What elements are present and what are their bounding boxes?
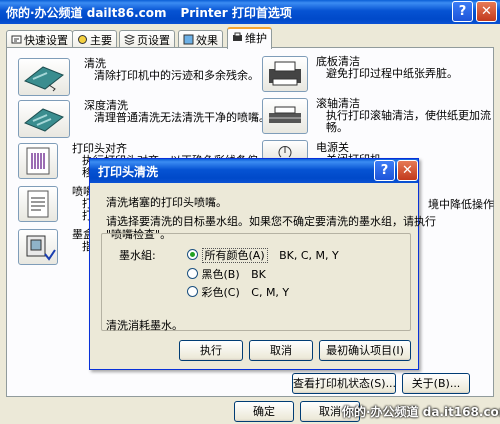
option-all-colors[interactable]: 所有颜色(A) BK, C, M, Y [187, 247, 339, 263]
tab-quick-setup[interactable]: 快速设置 [6, 30, 73, 48]
cleaning-icon [24, 66, 64, 92]
nozzle-check-icon [27, 190, 49, 218]
printer-status-button[interactable]: 查看打印机状态(S)... [292, 373, 396, 394]
help-button[interactable]: ? [452, 1, 473, 22]
dialog-cancel-button[interactable]: 取消 [249, 340, 313, 361]
nozzle-check-button[interactable] [18, 186, 58, 222]
maintenance-icon [233, 32, 242, 41]
roller-icon [269, 106, 301, 123]
quick-setup-icon [11, 35, 22, 44]
tab-effects[interactable]: 效果 [178, 30, 223, 48]
radio-black[interactable] [187, 268, 198, 279]
power-icon [278, 146, 292, 158]
quiet-mode-desc-partial: 境中降低操作 [428, 198, 494, 211]
ok-button[interactable]: 确定 [234, 401, 294, 422]
roller-cleaning-button[interactable] [262, 98, 308, 134]
printer-icon [269, 61, 301, 86]
deep-cleaning-icon [24, 108, 64, 132]
head-alignment-button[interactable] [18, 143, 58, 179]
dialog-close-button[interactable]: ✕ [397, 160, 418, 181]
page-setup-icon [124, 34, 135, 45]
head-cleaning-dialog: 打印头清洗 ? ✕ 清洗堵塞的打印头喷嘴。 请选择要清洗的目标墨水组。如果您不确… [89, 158, 436, 370]
option-color[interactable]: 彩色(C) C, M, Y [187, 284, 289, 300]
window-title-bar[interactable]: 你的·办公频道 dailt86.com Printer 打印首选项 ? ✕ [0, 0, 500, 24]
about-button[interactable]: 关于(B)... [402, 373, 470, 394]
ink-group-label: 墨水組: [119, 249, 156, 262]
dialog-help-button[interactable]: ? [374, 160, 395, 181]
ink-cartridge-icon [26, 235, 56, 261]
bottom-plate-desc: 避免打印过程中纸张弄脏。 [326, 67, 458, 80]
close-button[interactable]: ✕ [476, 1, 497, 22]
bottom-plate-cleaning-button[interactable] [262, 56, 308, 92]
option-black[interactable]: 黑色(B) BK [187, 266, 266, 282]
ink-consumption-note: 清洗消耗墨水。 [106, 319, 183, 332]
cleaning-desc: 清除打印机中的污迹和多余残余。 [94, 69, 259, 82]
main-icon [78, 35, 87, 44]
dialog-title-bar[interactable]: 打印头清洗 ? ✕ [90, 159, 418, 183]
radio-all-colors[interactable] [187, 249, 198, 260]
radio-color[interactable] [187, 286, 198, 297]
tab-main[interactable]: 主要 [72, 30, 117, 48]
deep-cleaning-desc: 清理普通清洗无法清洗干净的喷嘴。 [94, 111, 270, 124]
execute-button[interactable]: 执行 [179, 340, 243, 361]
initial-check-items-button[interactable]: 最初确认项目(I) [319, 340, 411, 361]
watermark-top: 你的·办公频道 dailt86.com [6, 6, 167, 20]
watermark-bottom: 你的·办公频道 da.it168.com [342, 405, 500, 419]
head-alignment-icon [26, 147, 50, 175]
window-title: 你的·办公频道 dailt86.com Printer 打印首选项 [6, 6, 292, 20]
ink-button[interactable] [18, 229, 58, 265]
tab-page-setup[interactable]: 页设置 [119, 30, 175, 48]
roller-desc: 执行打印滚轴清洁，使供纸更加流 [326, 109, 491, 122]
dialog-line-1: 清洗堵塞的打印头喷嘴。 [106, 196, 227, 209]
effects-icon [183, 34, 194, 45]
dialog-title: 打印头清洗 [98, 165, 159, 179]
cleaning-button[interactable] [18, 58, 70, 96]
tab-maintenance[interactable]: 维护 [227, 27, 272, 49]
deep-cleaning-button[interactable] [18, 100, 70, 138]
dialog-body: 清洗堵塞的打印头喷嘴。 请选择要清洗的目标墨水组。如果您不确定要清洗的墨水组，请… [93, 183, 436, 367]
roller-desc-2: 畅。 [326, 121, 348, 134]
power-off-button[interactable] [262, 140, 308, 160]
